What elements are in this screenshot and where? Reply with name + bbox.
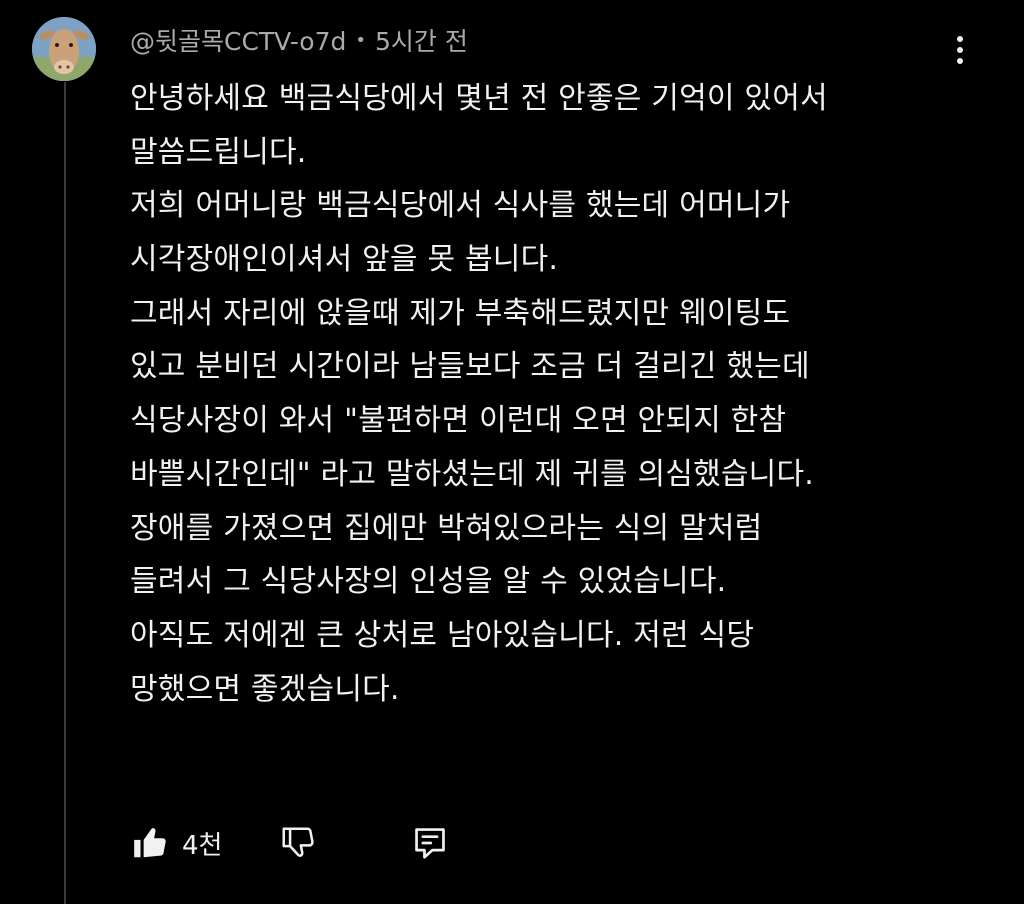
dislike-button[interactable]	[278, 820, 318, 866]
reply-thread-line	[64, 82, 66, 904]
comment-line: 식당사장이 와서 "불편하면 이런대 오면 안되지 한참	[130, 403, 787, 439]
avatar[interactable]	[32, 17, 96, 81]
comment-line: 장애를 가졌으면 집에만 박혀있으라는 식의 말처럼	[130, 510, 763, 546]
cow-avatar-icon	[32, 17, 96, 81]
comment-line: 들려서 그 식당사장의 인성을 알 수 있었습니다.	[130, 564, 727, 600]
comment-line: 망했으면 좋겠습니다.	[130, 671, 400, 707]
comment-line: 안녕하세요 백금식당에서 몇년 전 안좋은 기억이 있어서	[130, 81, 828, 116]
comment-actions: 4천	[130, 820, 450, 866]
like-count: 4천	[182, 830, 223, 861]
author-handle[interactable]: @뒷골목CCTV-o7d	[130, 22, 346, 58]
thumbs-down-icon	[282, 827, 314, 857]
vertical-dots-icon	[957, 36, 963, 42]
comment-line: 아직도 저에겐 큰 상처로 남아있습니다. 저런 식당	[130, 617, 755, 653]
thumbs-up-icon	[134, 828, 166, 858]
reply-comment-icon	[415, 828, 445, 859]
comment-line: 있고 분비던 시간이라 남들보다 조금 더 걸리긴 했는데	[130, 349, 810, 385]
comment-line: 바쁠시간인데" 라고 말하셨는데 제 귀를 의심했습니다.	[130, 456, 815, 492]
comment-line: 말씀드립니다.	[130, 134, 307, 170]
comment-text: 안녕하세요 백금식당에서 몇년 전 안좋은 기억이 있어서 말씀드립니다. 저희…	[130, 72, 1000, 716]
like-button[interactable]	[130, 820, 170, 866]
comment-header: @뒷골목CCTV-o7d • 5시간 전	[130, 22, 468, 58]
header-separator: •	[355, 29, 367, 51]
like-group: 4천	[130, 820, 240, 866]
comment-time[interactable]: 5시간 전	[375, 22, 468, 58]
comment-line: 저희 어머니랑 백금식당에서 식사를 했는데 어머니가	[130, 188, 791, 224]
comment-line: 시각장애인이셔서 앞을 못 봅니다.	[130, 242, 559, 278]
more-options-button[interactable]	[944, 28, 976, 72]
reply-button[interactable]	[410, 820, 450, 866]
comment-line: 그래서 자리에 앉을때 제가 부축해드렸지만 웨이팅도	[130, 295, 791, 331]
